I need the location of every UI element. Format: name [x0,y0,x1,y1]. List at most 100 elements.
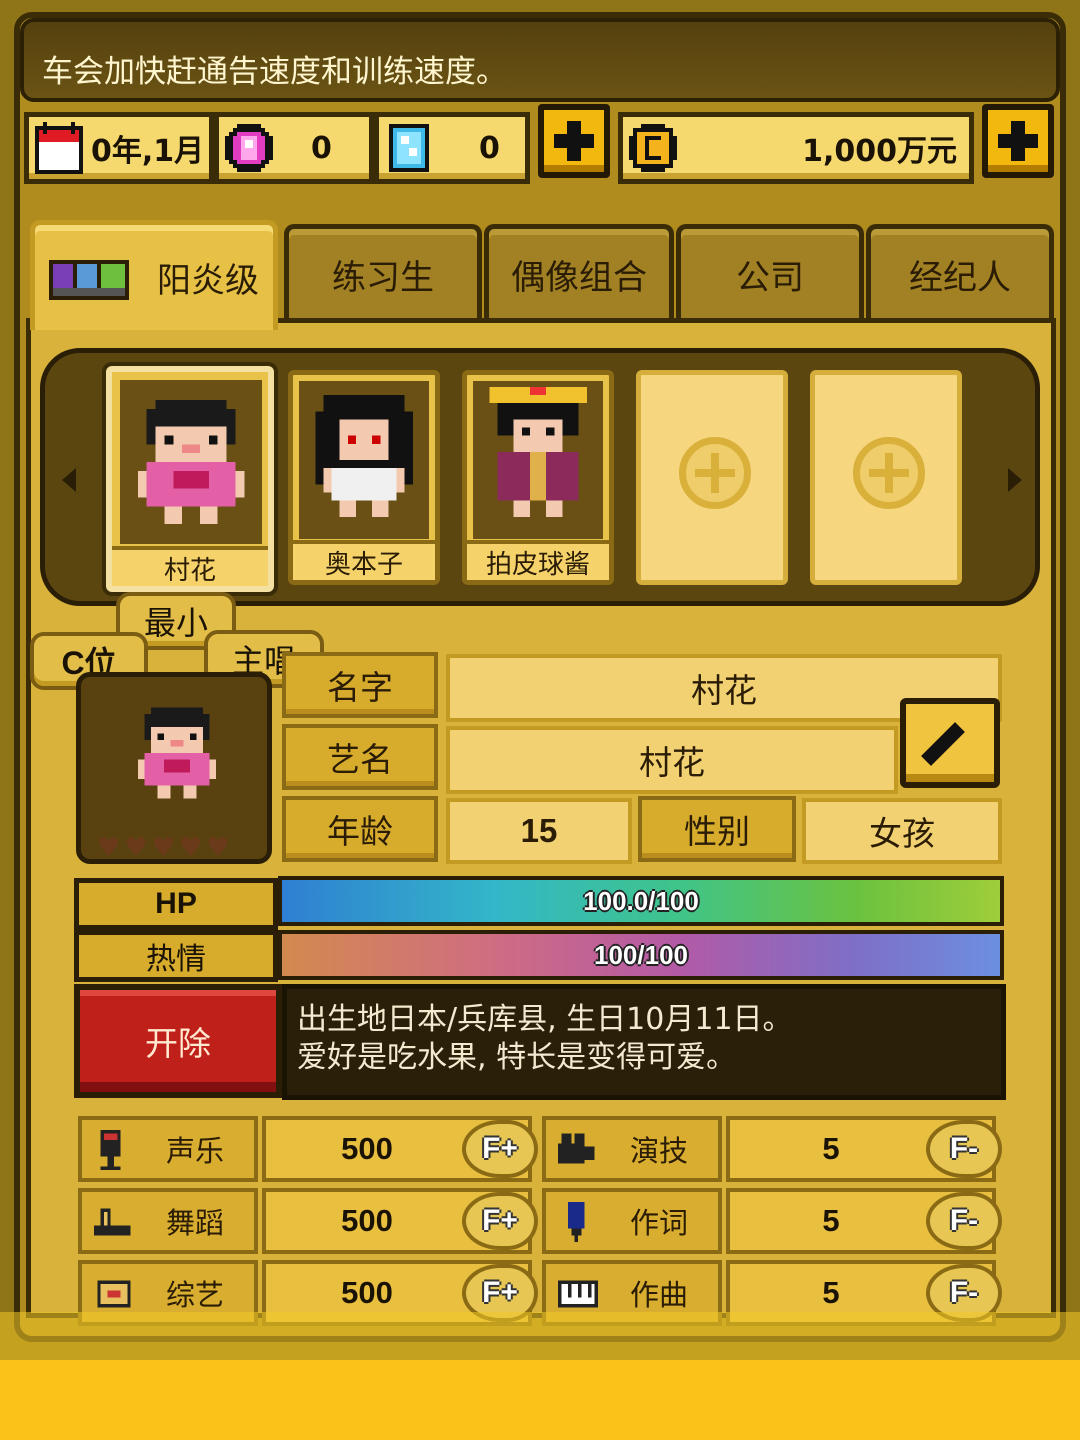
shoe-icon [94,1208,131,1236]
heart-icon: ♥ [206,833,230,863]
skill-grade: F+ [462,1192,538,1250]
bio-text: 出生地日本/兵库县, 生日10月11日。 爱好是吃水果, 特长是变得可爱。 [282,984,1006,1100]
tip-banner: 车会加快赶通告速度和训练速度。 [20,18,1060,102]
scroll-right-arrow-icon[interactable] [1008,468,1022,492]
skill-grade: F+ [462,1120,538,1178]
skill-name: 作词 [542,1188,722,1254]
affection-hearts: ♥ ♥ ♥ ♥ ♥ [97,835,230,861]
empty-slot[interactable] [810,370,962,585]
skill-label: 舞蹈 [166,1206,225,1240]
blue-gem-icon [389,124,429,172]
name-label: 名字 [282,652,438,718]
pink-gem-icon [225,124,273,172]
skill-grade: F- [926,1120,1002,1178]
member-card[interactable]: 村花 [106,366,274,592]
label-text: HP [155,887,197,920]
add-member-icon [679,437,751,509]
overlay-strip [0,1312,1080,1362]
plus-icon [554,121,594,161]
stage-name-value: 村花 [446,726,898,794]
tab-idol-groups[interactable]: 偶像组合 [484,224,674,320]
value-text: 女孩 [869,814,935,853]
selected-member-portrait: ♥ ♥ ♥ ♥ ♥ [76,672,272,864]
heart-icon: ♥ [151,833,175,863]
blue-gem-display: 0 [374,112,530,184]
member-name: 村花 [112,546,268,586]
tip-text: 车会加快赶通告速度和训练速度。 [42,54,507,90]
heart-icon: ♥ [124,833,148,863]
gender-value: 女孩 [802,798,1002,864]
value-text: 村花 [639,743,705,782]
tab-manager[interactable]: 经纪人 [866,224,1054,320]
member-card[interactable]: 拍皮球酱 [462,370,614,585]
age-label: 年龄 [282,796,438,862]
pen-icon [568,1202,585,1242]
tab-group-yangyan[interactable]: 阳炎级 [30,220,278,330]
add-gems-button[interactable] [538,104,610,178]
pink-gem-display: 0 [214,112,374,184]
passion-text: 100/100 [594,939,688,970]
coin-icon [629,124,677,172]
label-text: 年龄 [327,812,393,851]
fire-button[interactable]: 开除 [74,984,282,1098]
passion-label: 热情 [74,930,278,982]
date-display: 0年,1月 [24,112,214,184]
blue-gem-count: 0 [479,130,500,166]
brush-icon [921,722,965,766]
stage-name-label: 艺名 [282,724,438,790]
member-portrait [299,381,429,539]
tab-label: 练习生 [332,258,434,298]
member-sprite [138,707,216,799]
tab-label: 阳炎级 [157,261,259,301]
value-text: 15 [520,812,558,849]
skill-label: 综艺 [166,1278,225,1312]
member-card[interactable]: 奥本子 [288,370,440,585]
member-portrait [473,381,603,539]
bio-line: 爱好是吃水果, 特长是变得可爱。 [297,1040,737,1075]
heart-icon: ♥ [97,833,121,863]
label-text: 艺名 [327,740,393,779]
plus-icon [998,121,1038,161]
tab-trainees[interactable]: 练习生 [284,224,482,320]
variety-icon [97,1280,131,1308]
scroll-left-arrow-icon[interactable] [62,468,76,492]
pink-gem-count: 0 [311,130,332,166]
add-member-icon [853,437,925,509]
tab-label: 公司 [736,258,804,298]
piano-icon [558,1280,598,1308]
tab-company[interactable]: 公司 [676,224,864,320]
money-text: 1,000万元 [802,134,957,169]
label-text: 热情 [146,942,206,977]
skill-label: 作词 [630,1206,689,1240]
calendar-icon [35,122,83,174]
edit-name-button[interactable] [900,698,1000,788]
money-display: 1,000万元 [618,112,974,184]
age-value: 15 [446,798,632,864]
label-text: 性别 [684,812,750,851]
value-text: 村花 [691,671,757,710]
skill-label: 声乐 [166,1134,225,1168]
skill-name: 声乐 [78,1116,258,1182]
member-name: 奥本子 [293,540,435,580]
camera-icon [558,1133,595,1164]
hp-text: 100.0/100 [583,885,699,916]
button-label: 开除 [145,1024,211,1063]
tag-text: 最小 [143,604,208,642]
bio-line: 出生地日本/兵库县, 生日10月11日。 [297,1002,793,1037]
hp-bar: 100.0/100 [278,876,1004,926]
date-text: 0年,1月 [91,134,205,169]
skill-label: 演技 [630,1134,689,1168]
passion-bar: 100/100 [278,930,1004,980]
empty-slot[interactable] [636,370,788,585]
tab-label: 经纪人 [909,258,1011,298]
skill-name: 演技 [542,1116,722,1182]
add-money-button[interactable] [982,104,1054,178]
tab-label: 偶像组合 [511,258,647,298]
skill-grade: F- [926,1192,1002,1250]
heart-icon: ♥ [178,833,203,863]
skill-name: 舞蹈 [78,1188,258,1254]
group-members-icon [49,259,129,300]
skill-label: 作曲 [630,1278,689,1312]
label-text: 名字 [327,668,393,707]
microphone-icon [100,1130,121,1170]
